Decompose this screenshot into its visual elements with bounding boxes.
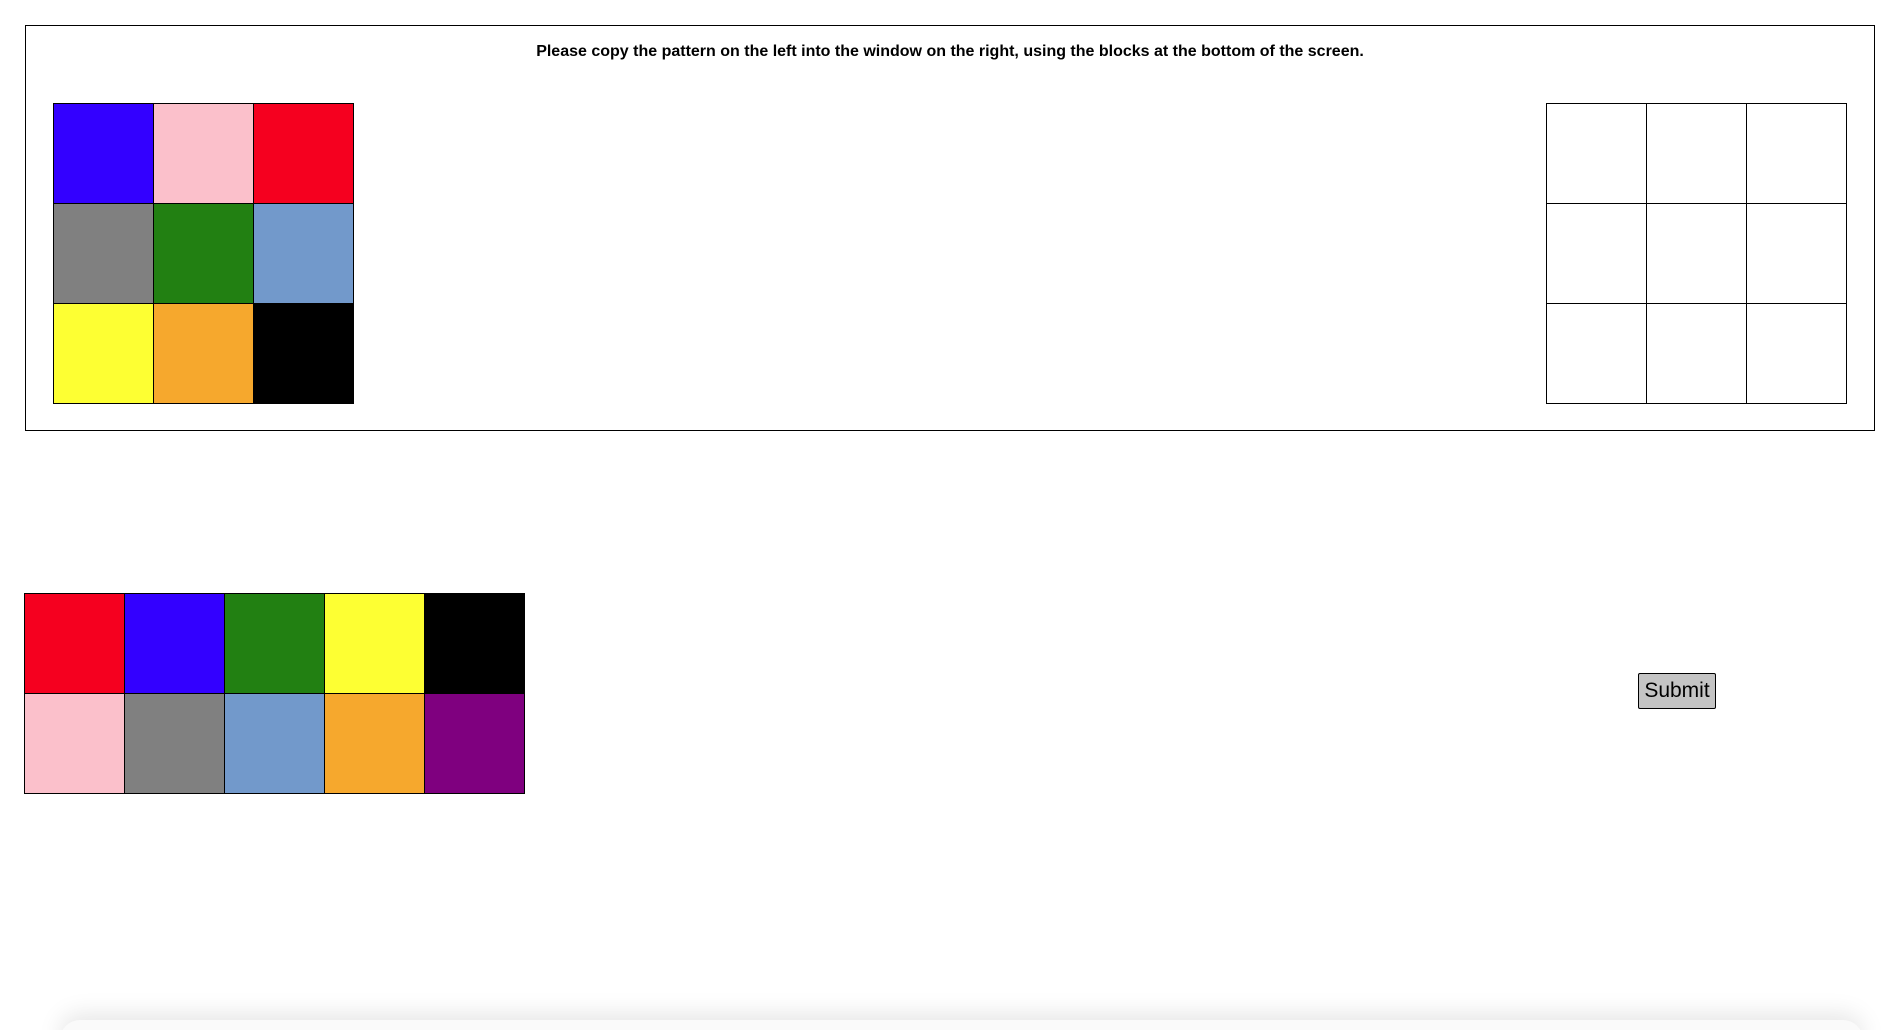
target-cell-light-blue — [254, 204, 354, 304]
target-pattern-grid — [53, 103, 354, 404]
palette-block-red[interactable] — [25, 594, 125, 694]
target-cell-green — [154, 204, 254, 304]
target-cell-orange — [154, 304, 254, 404]
palette-block-orange[interactable] — [325, 694, 425, 794]
target-cell-gray — [54, 204, 154, 304]
task-panel: Please copy the pattern on the left into… — [25, 25, 1875, 431]
bottom-edge-shadow — [60, 1020, 1863, 1030]
palette-block-yellow[interactable] — [325, 594, 425, 694]
target-cell-pink — [154, 104, 254, 204]
answer-cell-7[interactable] — [1547, 304, 1647, 404]
answer-cell-2[interactable] — [1647, 104, 1747, 204]
answer-grid[interactable] — [1546, 103, 1847, 404]
target-cell-black — [254, 304, 354, 404]
submit-button[interactable]: Submit — [1638, 673, 1716, 709]
palette-block-green[interactable] — [225, 594, 325, 694]
answer-cell-4[interactable] — [1547, 204, 1647, 304]
answer-cell-3[interactable] — [1747, 104, 1847, 204]
answer-cell-1[interactable] — [1547, 104, 1647, 204]
palette-block-pink[interactable] — [25, 694, 125, 794]
palette-block-purple[interactable] — [425, 694, 525, 794]
target-cell-blue — [54, 104, 154, 204]
instructions-text: Please copy the pattern on the left into… — [536, 43, 1364, 60]
answer-cell-8[interactable] — [1647, 304, 1747, 404]
target-cell-red — [254, 104, 354, 204]
answer-cell-5[interactable] — [1647, 204, 1747, 304]
palette-block-gray[interactable] — [125, 694, 225, 794]
palette-block-black[interactable] — [425, 594, 525, 694]
palette-block-blue[interactable] — [125, 594, 225, 694]
answer-cell-9[interactable] — [1747, 304, 1847, 404]
palette-block-light-blue[interactable] — [225, 694, 325, 794]
block-palette — [24, 593, 525, 794]
block-copy-task-page: Please copy the pattern on the left into… — [0, 0, 1903, 1030]
target-cell-yellow — [54, 304, 154, 404]
answer-cell-6[interactable] — [1747, 204, 1847, 304]
